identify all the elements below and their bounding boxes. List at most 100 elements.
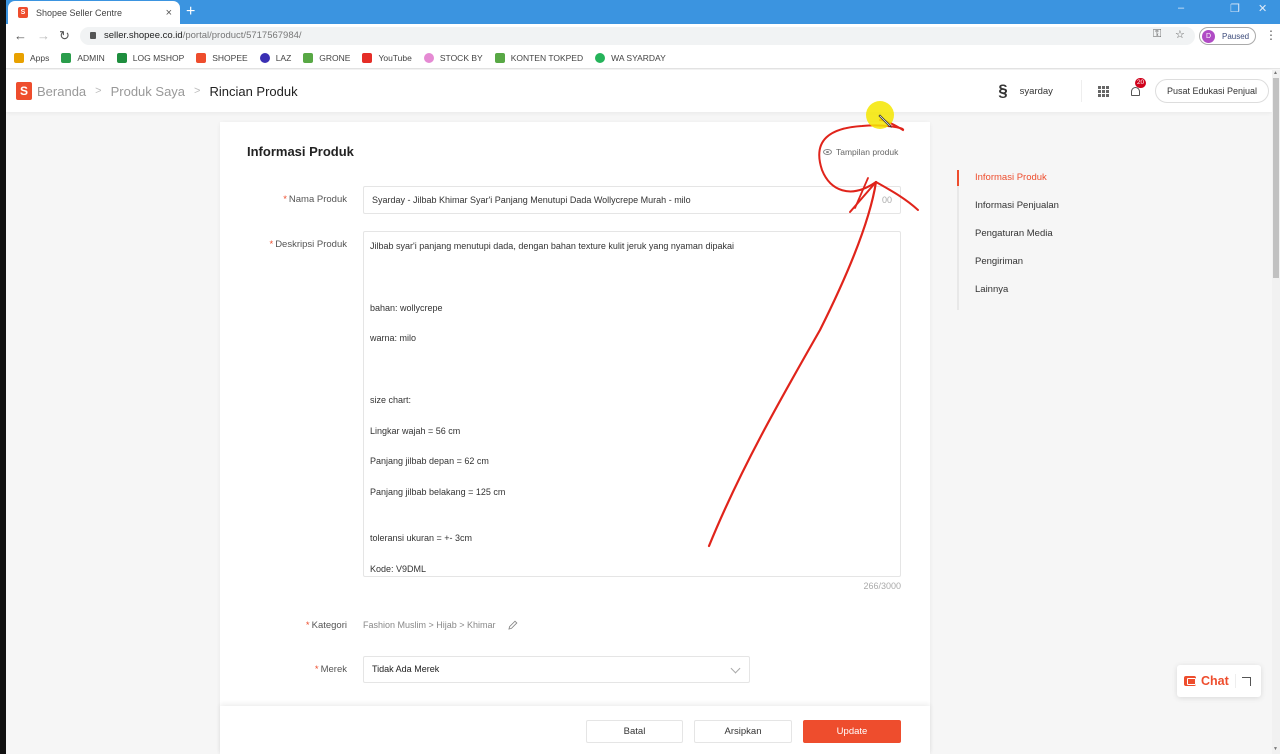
- description-line: warna: milo: [370, 333, 417, 344]
- username[interactable]: syarday: [1020, 86, 1053, 97]
- section-nav-lainnya[interactable]: Lainnya: [959, 282, 1117, 310]
- chat-label: Chat: [1201, 674, 1229, 688]
- divider: [1234, 674, 1236, 688]
- bookmark-apps[interactable]: Apps: [14, 53, 49, 63]
- product-name-label: * Nama Produk: [283, 194, 347, 205]
- shopee-logo[interactable]: S: [16, 82, 32, 100]
- minimize-icon[interactable]: –: [1178, 2, 1184, 14]
- scroll-up-icon[interactable]: ▲: [1273, 70, 1278, 76]
- bookmark-grone[interactable]: GRONE: [303, 53, 350, 63]
- bookmark-stock-by[interactable]: STOCK BY: [423, 53, 483, 63]
- description-line: [370, 516, 894, 531]
- bookmark-laz[interactable]: LAZ: [259, 53, 291, 63]
- breadcrumb-produk-saya[interactable]: Produk Saya: [111, 84, 185, 99]
- description-line: Panjang jilbab depan = 62 cm: [370, 456, 489, 467]
- breadcrumb-beranda[interactable]: Beranda: [37, 84, 86, 99]
- product-description-textarea[interactable]: Jilbab syar'i panjang menutupi dada, den…: [363, 231, 901, 577]
- update-button[interactable]: Update: [803, 720, 901, 743]
- name-char-counter: 00: [881, 195, 892, 205]
- chat-expand-icon[interactable]: [1241, 676, 1251, 686]
- browser-tab[interactable]: S Shopee Seller Centre ×: [8, 1, 180, 24]
- reload-icon[interactable]: ↻: [59, 28, 70, 44]
- browser-toolbar: ← → ↻ seller.shopee.co.id/portal/product…: [0, 24, 1280, 48]
- bookmark-shopee[interactable]: SHOPEE: [196, 53, 248, 63]
- bookmark-wa-syarday[interactable]: WA SYARDAY: [595, 53, 666, 63]
- restore-icon[interactable]: ❐: [1230, 2, 1240, 15]
- key-icon[interactable]: ⚿: [1153, 28, 1161, 41]
- seller-centre-header: S Beranda > Produk Saya > Rincian Produk…: [6, 70, 1272, 112]
- product-preview-link[interactable]: Tampilan produk: [823, 147, 898, 157]
- chat-widget[interactable]: Chat: [1177, 665, 1261, 697]
- brand-select[interactable]: Tidak Ada Merek: [363, 656, 750, 683]
- description-line: Kode: V9DML: [370, 564, 427, 575]
- chat-bubbles-icon: [1184, 676, 1196, 686]
- back-arrow-icon[interactable]: ←: [14, 28, 27, 43]
- eye-icon: [823, 149, 832, 155]
- description-char-counter: 266/3000: [863, 581, 901, 591]
- youtube-icon: [362, 53, 373, 63]
- shop-user-icon[interactable]: §: [998, 81, 1007, 101]
- description-line: [370, 547, 894, 562]
- category-label: * Kategori: [305, 620, 347, 631]
- description-line: [370, 347, 894, 362]
- lazada-heart-icon: [259, 53, 270, 63]
- description-line: [370, 501, 894, 516]
- breadcrumb-separator: >: [95, 85, 102, 97]
- address-bar[interactable]: seller.shopee.co.id/portal/product/57175…: [80, 27, 1195, 45]
- description-line: size chart:: [370, 394, 412, 405]
- bookmarks-bar: Apps ADMIN LOG MSHOP SHOPEE LAZ GRONE Yo…: [0, 48, 1280, 69]
- star-bookmark-icon[interactable]: ☆: [1175, 28, 1185, 41]
- google-sheets-icon: [116, 53, 127, 63]
- bookmark-admin[interactable]: ADMIN: [61, 53, 105, 63]
- stock-circle-icon: [423, 53, 434, 63]
- description-line: [370, 254, 894, 269]
- bookmark-log-mshop[interactable]: LOG MSHOP: [116, 53, 184, 63]
- description-line: [370, 378, 894, 393]
- forward-arrow-icon[interactable]: →: [37, 28, 50, 43]
- scrollbar-thumb[interactable]: [1273, 78, 1279, 278]
- brand-label: * Merek: [314, 664, 347, 675]
- archive-button[interactable]: Arsipkan: [694, 720, 792, 743]
- section-title: Informasi Produk: [247, 144, 354, 159]
- product-name-input[interactable]: Syarday - Jilbab Khimar Syar'i Panjang M…: [363, 186, 901, 214]
- description-line: [370, 316, 894, 331]
- chevron-down-icon: [730, 663, 741, 674]
- browser-menu-icon[interactable]: ⋮: [1265, 28, 1277, 42]
- profile-button[interactable]: D Paused: [1199, 27, 1256, 45]
- screen: S Shopee Seller Centre × + – ❐ ✕ ← → ↻ s…: [0, 0, 1280, 754]
- tab-title: Shopee Seller Centre: [36, 7, 123, 18]
- new-tab-button[interactable]: +: [186, 2, 195, 22]
- shopee-favicon-icon: S: [18, 7, 28, 18]
- section-nav-informasi-produk[interactable]: Informasi Produk: [957, 170, 1117, 198]
- section-nav-informasi-penjualan[interactable]: Informasi Penjualan: [959, 198, 1117, 226]
- breadcrumb-separator: >: [194, 85, 201, 97]
- category-path: Fashion Muslim > Hijab > Khimar: [363, 619, 519, 631]
- description-line: Lingkar wajah = 56 cm: [370, 425, 461, 436]
- bookmark-konten-tokped[interactable]: KONTEN TOKPED: [494, 53, 583, 63]
- browser-tab-bar: S Shopee Seller Centre × + – ❐ ✕: [0, 0, 1280, 24]
- section-nav-pengiriman[interactable]: Pengiriman: [959, 254, 1117, 282]
- section-nav-pengaturan-media[interactable]: Pengaturan Media: [959, 226, 1117, 254]
- divider: [1080, 80, 1082, 102]
- tab-close-icon[interactable]: ×: [166, 7, 172, 19]
- cancel-button[interactable]: Batal: [586, 720, 683, 743]
- edit-pencil-icon[interactable]: [507, 619, 519, 631]
- tokopedia-bag-icon: [494, 53, 505, 63]
- app-grid-icon[interactable]: [1097, 85, 1109, 97]
- description-line: [370, 439, 894, 454]
- description-line: [370, 362, 894, 377]
- bookmark-youtube[interactable]: YouTube: [362, 53, 412, 63]
- notification-bell-icon[interactable]: 20: [1129, 78, 1147, 98]
- description-line: bahan: wollycrepe: [370, 302, 443, 313]
- screen-edge: [0, 0, 6, 754]
- tokopedia-bag-icon: [303, 53, 314, 63]
- description-line: Jilbab syar'i panjang menutupi dada, den…: [370, 241, 734, 251]
- profile-avatar: D: [1202, 29, 1215, 43]
- page-scrollbar[interactable]: ▲ ▼: [1272, 70, 1280, 754]
- product-description-label: * Deskripsi Produk: [269, 239, 347, 250]
- window-close-icon[interactable]: ✕: [1258, 2, 1267, 15]
- category-value: Fashion Muslim > Hijab > Khimar: [363, 620, 496, 630]
- scroll-down-icon[interactable]: ▼: [1273, 746, 1278, 752]
- seller-education-button[interactable]: Pusat Edukasi Penjual: [1154, 79, 1269, 103]
- lock-icon: [90, 32, 96, 39]
